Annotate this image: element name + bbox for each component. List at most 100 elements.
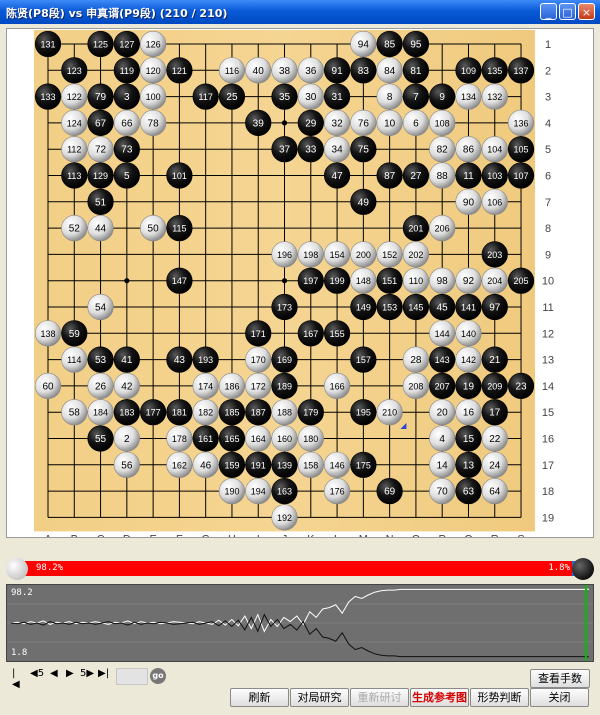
minimize-button[interactable]: _	[540, 3, 557, 20]
move-number: 135	[487, 66, 502, 76]
move-number: 208	[408, 381, 423, 391]
move-number: 107	[514, 171, 529, 181]
view-moves-button[interactable]: 查看手数	[530, 669, 590, 688]
move-number: 53	[95, 355, 107, 366]
move-number: 109	[461, 66, 476, 76]
winrate-graph[interactable]: 98.2 1.8	[6, 584, 594, 662]
row-label: 16	[542, 434, 554, 446]
first-move-button[interactable]: |◀	[12, 668, 20, 690]
column-label: E	[149, 533, 156, 537]
move-number: 17	[489, 408, 501, 419]
maximize-button[interactable]: □	[559, 3, 576, 20]
row-label: 10	[542, 276, 554, 288]
move-number: 106	[487, 197, 502, 207]
go-board[interactable]: ABCDEFGHIJKLMNOPQRS123456789101112131415…	[7, 29, 593, 537]
move-number: 123	[67, 66, 82, 76]
move-number: 73	[121, 145, 133, 156]
move-number: 46	[200, 460, 212, 471]
move-number-input[interactable]	[116, 668, 148, 685]
move-number: 19	[463, 381, 475, 392]
move-number: 24	[489, 460, 501, 471]
move-number: 97	[489, 303, 501, 314]
move-number: 44	[95, 224, 107, 235]
move-number: 41	[121, 355, 133, 366]
move-number: 184	[93, 408, 108, 418]
restudy-button[interactable]: 重新研讨	[350, 688, 409, 707]
graph-top-label: 98.2	[11, 588, 33, 598]
row-label: 17	[542, 460, 554, 472]
star-point	[281, 120, 288, 126]
forward-five-button[interactable]: 5▶	[80, 668, 94, 679]
move-number: 113	[67, 171, 81, 181]
move-number: 56	[121, 460, 133, 471]
move-number: 153	[382, 303, 397, 313]
move-number: 79	[95, 92, 107, 103]
move-number: 148	[356, 276, 371, 286]
row-label: 6	[545, 171, 551, 183]
move-number: 40	[253, 66, 265, 77]
close-button[interactable]: 关闭	[530, 688, 589, 707]
move-number: 195	[356, 408, 371, 418]
back-five-button[interactable]: ◀5	[30, 668, 44, 679]
move-number: 201	[408, 224, 423, 234]
move-number: 154	[330, 250, 345, 260]
move-number: 13	[463, 460, 475, 471]
move-number: 23	[515, 381, 527, 392]
refresh-button[interactable]: 刷新	[230, 688, 289, 707]
back-one-button[interactable]: ◀	[50, 668, 58, 679]
move-number: 43	[174, 355, 186, 366]
move-number: 104	[487, 145, 502, 155]
move-number: 199	[330, 276, 345, 286]
move-number: 142	[461, 355, 476, 365]
move-number: 151	[382, 276, 397, 286]
move-number: 205	[514, 276, 529, 286]
move-number: 180	[303, 434, 318, 444]
move-number: 36	[305, 66, 317, 77]
row-label: 2	[545, 65, 551, 77]
reference-diagram-button[interactable]: 生成参考图	[410, 688, 469, 707]
move-number: 202	[408, 250, 423, 260]
column-label: L	[334, 533, 340, 537]
star-point	[124, 278, 130, 284]
move-number: 52	[69, 224, 81, 235]
move-number: 10	[384, 118, 396, 129]
study-button[interactable]: 对局研究	[290, 688, 349, 707]
move-number: 141	[461, 303, 476, 313]
judge-situation-button[interactable]: 形势判断	[470, 688, 529, 707]
column-label: N	[386, 533, 394, 537]
column-label: H	[228, 533, 236, 537]
move-number: 210	[382, 408, 397, 418]
move-number: 5	[124, 171, 130, 182]
move-number: 132	[487, 92, 502, 102]
move-number: 126	[146, 40, 161, 50]
move-number: 196	[277, 250, 292, 260]
move-number: 82	[437, 145, 449, 156]
move-number: 131	[40, 40, 55, 50]
close-window-button[interactable]: ×	[578, 3, 595, 20]
move-number: 139	[277, 460, 292, 470]
move-number: 95	[410, 40, 422, 51]
last-move-button[interactable]: ▶|	[98, 668, 109, 679]
move-number: 203	[487, 250, 502, 260]
forward-one-button[interactable]: ▶	[66, 668, 74, 679]
move-number: 105	[514, 145, 529, 155]
move-number: 182	[198, 408, 213, 418]
move-number: 165	[224, 434, 239, 444]
move-number: 29	[305, 118, 317, 129]
move-number: 192	[277, 513, 292, 523]
move-number: 92	[463, 276, 475, 287]
move-number: 108	[435, 118, 450, 128]
window-title: 陈贤(P8段) vs 申真谞(P9段) (210 / 210)	[6, 7, 228, 20]
row-label: 11	[542, 302, 553, 314]
move-number: 117	[199, 92, 213, 102]
column-label: A	[44, 533, 52, 537]
move-number: 120	[146, 66, 161, 76]
move-number: 125	[93, 40, 108, 50]
move-number: 100	[146, 92, 161, 102]
move-number: 204	[487, 276, 502, 286]
move-number: 136	[514, 118, 529, 128]
move-number: 54	[95, 303, 107, 314]
move-number: 159	[224, 460, 239, 470]
move-number: 51	[95, 197, 107, 208]
go-button[interactable]: go	[150, 668, 166, 684]
